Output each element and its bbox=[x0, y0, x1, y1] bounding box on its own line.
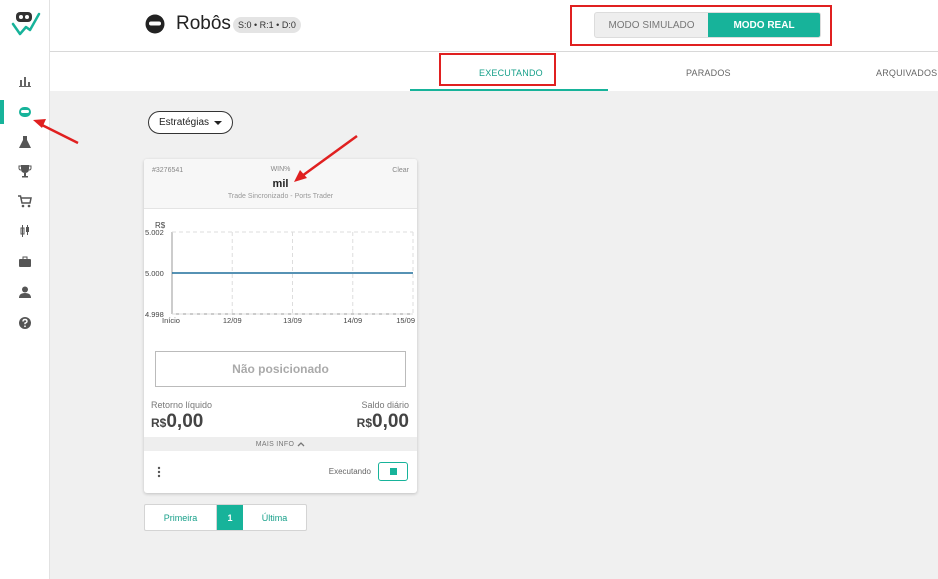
active-tab-indicator bbox=[410, 89, 608, 91]
bar-chart-icon bbox=[19, 77, 31, 87]
flask-icon bbox=[19, 136, 31, 148]
user-icon bbox=[19, 286, 31, 298]
more-info-toggle[interactable]: MAIS INFO bbox=[144, 437, 417, 451]
chevron-up-icon bbox=[297, 442, 305, 447]
net-return-currency: R$ bbox=[151, 416, 167, 430]
net-return-value: R$0,00 bbox=[151, 411, 203, 433]
more-info-label: MAIS INFO bbox=[255, 440, 295, 448]
robot-status-label: Executando bbox=[328, 467, 371, 476]
daily-balance-value: R$0,00 bbox=[357, 411, 409, 433]
net-return-label: Retorno líquido bbox=[151, 400, 213, 410]
briefcase-icon bbox=[19, 256, 31, 267]
robot-name: mil bbox=[272, 178, 289, 190]
chart-x-tick-label: 14/09 bbox=[343, 316, 362, 325]
tab-stopped[interactable]: PARADOS bbox=[686, 68, 731, 78]
strategies-label: Estratégias bbox=[158, 117, 210, 128]
nav-item-store[interactable] bbox=[0, 190, 50, 212]
chart-x-tick-label: 13/09 bbox=[283, 316, 302, 325]
daily-balance-label: Saldo diário bbox=[361, 400, 409, 410]
app-logo[interactable] bbox=[10, 8, 42, 40]
candlestick-icon bbox=[20, 225, 29, 237]
first-page-button[interactable]: Primeira bbox=[145, 505, 217, 530]
page-header: Robôs S:0 • R:1 • D:0 MODO SIMULADO MODO… bbox=[50, 0, 938, 52]
strategies-dropdown[interactable]: Estratégias bbox=[148, 111, 233, 134]
chart-x-tick-label: Início bbox=[162, 316, 180, 325]
nav-item-robots[interactable] bbox=[0, 100, 50, 124]
last-page-button[interactable]: Última bbox=[243, 505, 306, 530]
performance-chart: 5.0025.0004.998R$Início 12/09 13/09 14/09 15… bbox=[145, 221, 415, 325]
sidebar bbox=[0, 0, 50, 579]
nav-item-portfolio[interactable] bbox=[0, 251, 50, 273]
annotation-highlight-box bbox=[570, 5, 832, 46]
robot-counts-badge: S:0 • R:1 • D:0 bbox=[233, 17, 301, 33]
page-title: Robôs bbox=[176, 13, 231, 34]
stop-robot-button[interactable] bbox=[378, 462, 408, 481]
chart-y-tick-label: 4.998 bbox=[145, 310, 164, 319]
robot-card: #3276541 WIN% Clear mil Trade Sincroniza… bbox=[144, 159, 417, 493]
chart-y-axis-label: R$ bbox=[155, 221, 166, 230]
robot-icon bbox=[19, 107, 31, 117]
chart-x-tick-label: 12/09 bbox=[223, 316, 242, 325]
annotation-highlight-box bbox=[439, 53, 556, 86]
help-icon bbox=[19, 317, 31, 329]
status-tabs: EXECUTANDO PARADOS ARQUIVADOS bbox=[50, 52, 938, 91]
clear-link[interactable]: Clear bbox=[392, 167, 409, 174]
position-status: Não posicionado bbox=[155, 351, 406, 387]
daily-balance-currency: R$ bbox=[356, 416, 373, 430]
caret-down-icon bbox=[214, 120, 223, 125]
robot-card-header: #3276541 WIN% Clear mil Trade Sincroniza… bbox=[144, 159, 417, 209]
kebab-menu-icon[interactable] bbox=[155, 465, 163, 479]
tab-archived[interactable]: ARQUIVADOS bbox=[876, 68, 937, 78]
current-page-button[interactable]: 1 bbox=[217, 505, 243, 530]
cart-icon bbox=[18, 195, 32, 208]
robot-icon bbox=[145, 14, 165, 34]
nav-item-ranking[interactable] bbox=[0, 160, 50, 182]
daily-balance-amount: 0,00 bbox=[372, 411, 409, 432]
nav-item-help[interactable] bbox=[0, 312, 50, 334]
robot-symbol: WIN% bbox=[270, 166, 291, 173]
chart-x-tick-label: 15/09 bbox=[396, 316, 415, 325]
nav-item-lab[interactable] bbox=[0, 131, 50, 153]
nav-item-dashboard[interactable] bbox=[0, 70, 50, 92]
nav-item-market[interactable] bbox=[0, 220, 50, 242]
net-return-amount: 0,00 bbox=[166, 411, 204, 432]
stop-icon bbox=[389, 468, 397, 475]
nav-item-profile[interactable] bbox=[0, 281, 50, 303]
trophy-icon bbox=[18, 165, 32, 178]
robot-subtitle: Trade Sincronizado - Ports Trader bbox=[227, 193, 334, 200]
pagination: Primeira 1 Última bbox=[144, 504, 307, 531]
chart-y-tick-label: 5.000 bbox=[145, 269, 164, 278]
